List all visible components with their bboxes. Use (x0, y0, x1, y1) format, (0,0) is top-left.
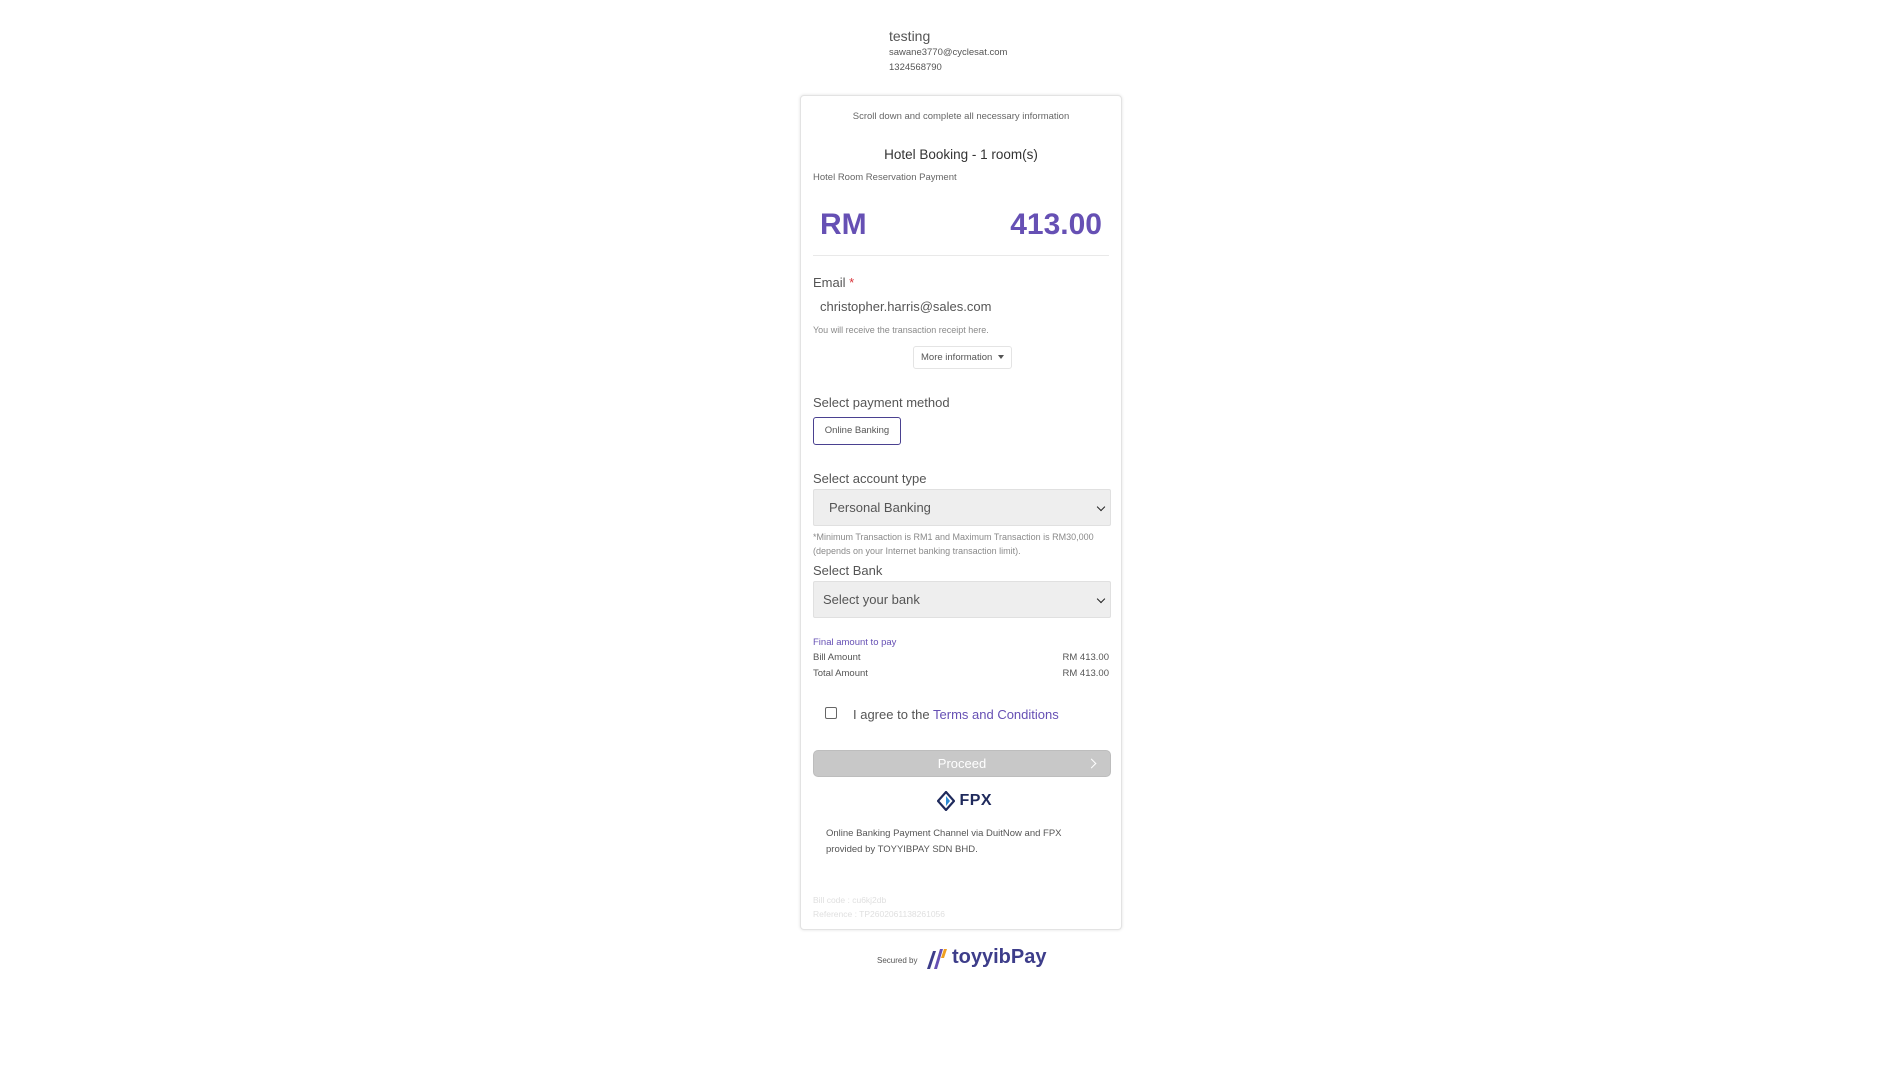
more-information-label: More information (921, 352, 993, 363)
fpx-diamond-icon (936, 790, 956, 812)
account-type-select[interactable]: Personal Banking (813, 489, 1111, 526)
email-hint: You will receive the transaction receipt… (813, 325, 989, 335)
merchant-email: sawane3770@cyclesat.com (889, 47, 1008, 58)
bill-amount-value: RM 413.00 (1062, 652, 1109, 663)
bill-title: Hotel Booking - 1 room(s) (884, 147, 1038, 162)
divider (813, 255, 1109, 256)
terms-prefix: I agree to the (853, 707, 930, 722)
reference-code: Reference : TP2602061138261056 (813, 909, 946, 919)
bank-label: Select Bank (813, 563, 883, 578)
total-amount-label: Total Amount (813, 668, 868, 679)
merchant-name: testing (889, 28, 931, 44)
toyyibpay-brand: toyyibPay (952, 946, 1047, 968)
currency-label: RM (820, 208, 867, 241)
email-label: Email * (813, 275, 854, 290)
bank-select[interactable]: Select your bank (813, 581, 1111, 618)
terms-link[interactable]: Terms and Conditions (933, 707, 1059, 722)
bank-placeholder: Select your bank (823, 592, 920, 607)
fpx-logo: FPX (936, 790, 993, 812)
proceed-button[interactable]: Proceed (813, 750, 1111, 777)
amount-value: 413.00 (1010, 208, 1102, 241)
merchant-info: testing sawane3770@cyclesat.com 13245687… (889, 28, 1007, 75)
provider-text: Online Banking Payment Channel via DuitN… (826, 828, 1062, 855)
terms-label: I agree to the Terms and Conditions (853, 707, 1059, 722)
terms-checkbox[interactable] (825, 707, 837, 719)
payment-method-label: Select payment method (813, 395, 950, 410)
proceed-label: Proceed (937, 756, 987, 771)
required-mark: * (849, 275, 855, 290)
bill-amount-label: Bill Amount (813, 652, 861, 663)
caret-down-icon (998, 355, 1005, 359)
total-amount-value: RM 413.00 (1062, 668, 1109, 679)
bill-code: Bill code : cu6kj2db (813, 895, 887, 905)
bill-description: Hotel Room Reservation Payment (813, 172, 957, 183)
more-information-button[interactable]: More information (913, 346, 1013, 369)
scroll-notice: Scroll down and complete all necessary i… (852, 111, 1070, 122)
final-amount-heading: Final amount to pay (813, 637, 897, 648)
chevron-down-icon (1096, 594, 1106, 604)
chevron-down-icon (1096, 502, 1106, 512)
email-field[interactable]: christopher.harris@sales.com (820, 299, 991, 314)
secured-by-label: Secured by (877, 956, 918, 965)
email-label-text: Email (813, 275, 846, 290)
payment-card: Scroll down and complete all necessary i… (800, 95, 1122, 930)
online-banking-option[interactable]: Online Banking (813, 417, 901, 445)
chevron-right-icon (1086, 758, 1097, 769)
toyyibpay-logo-icon (927, 949, 947, 969)
transaction-limit-note: *Minimum Transaction is RM1 and Maximum … (813, 532, 1094, 556)
account-type-label: Select account type (813, 471, 927, 486)
fpx-logo-text: FPX (959, 792, 993, 809)
account-type-value: Personal Banking (829, 500, 931, 515)
merchant-phone: 1324568790 (889, 62, 942, 73)
